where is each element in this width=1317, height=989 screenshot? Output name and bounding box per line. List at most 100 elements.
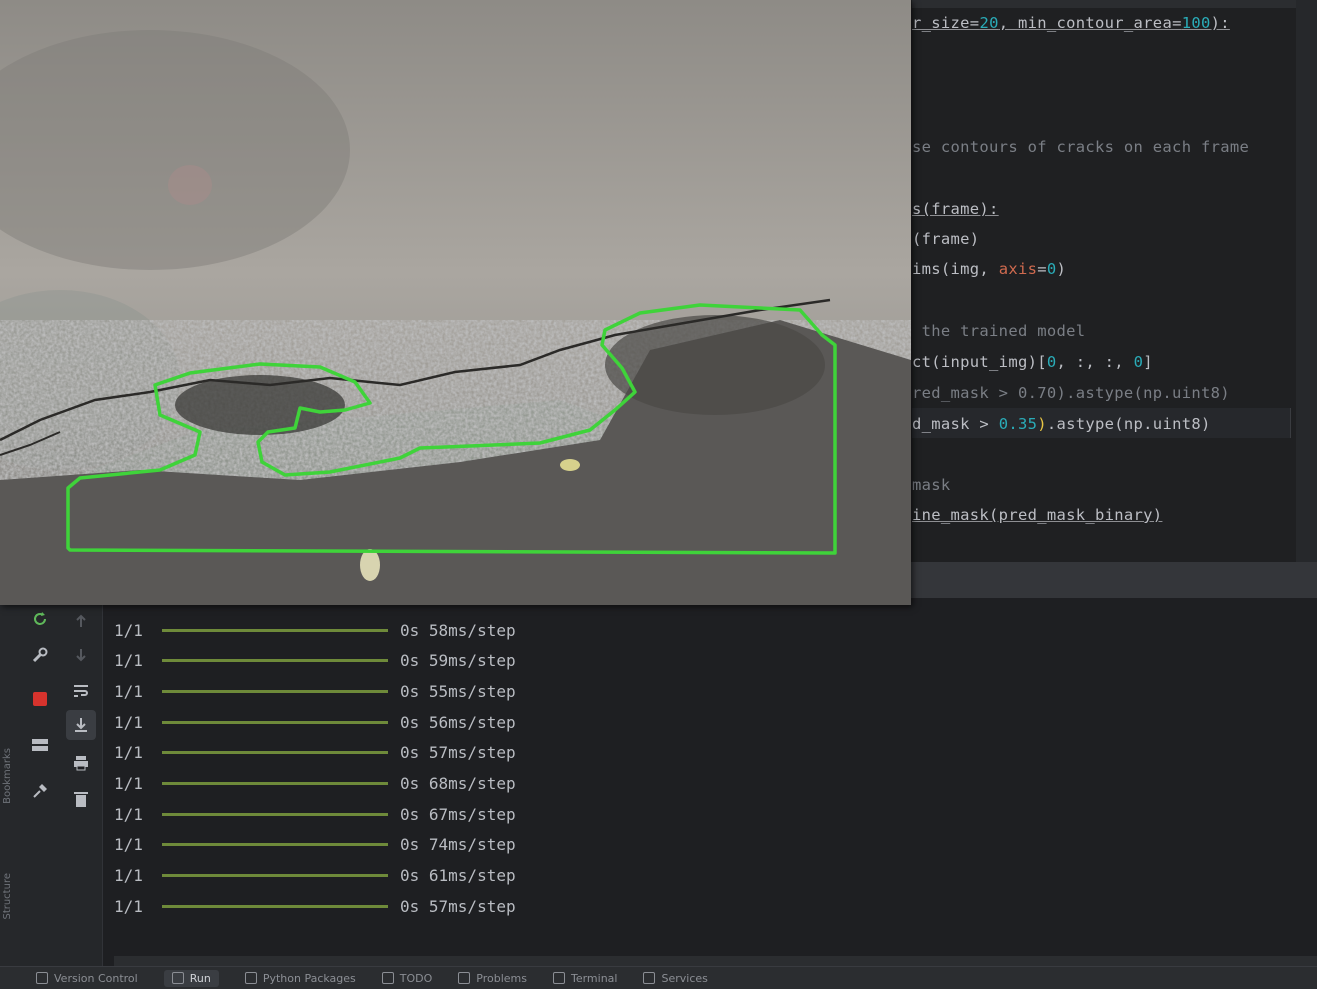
services-icon <box>643 972 656 984</box>
output-line: 1/1 0s 74ms/step <box>114 833 516 857</box>
pin-icon[interactable] <box>27 778 53 804</box>
code-token: axis <box>998 260 1038 278</box>
progress-bar <box>162 751 388 755</box>
step-counter: 1/1 <box>114 866 143 886</box>
bottom-tab-run[interactable]: Run <box>163 969 219 987</box>
problems-icon <box>458 972 471 984</box>
code-token: , min_contour_area= <box>998 14 1182 32</box>
output-line: 1/1 0s 61ms/step <box>114 864 516 888</box>
code-token: = <box>1037 260 1047 278</box>
bottom-tab-label: TODO <box>399 971 433 985</box>
scroll-to-end-icon[interactable] <box>66 710 96 740</box>
branch-icon <box>36 972 48 984</box>
down-arrow-icon[interactable] <box>68 642 94 668</box>
run-toolbar-secondary <box>60 598 103 966</box>
code-token: 100 <box>1181 14 1211 32</box>
code-token: 0 <box>1046 260 1057 278</box>
layout-icon[interactable] <box>27 732 53 758</box>
bottom-tool-bar: Version Control Run Python Packages TODO Pro… <box>0 966 1317 989</box>
crack-detection-frame-window <box>0 0 911 605</box>
output-line: 1/1 0s 57ms/step <box>114 741 516 765</box>
progress-bar <box>162 812 388 816</box>
code-line[interactable]: ine_mask(pred_mask_binary) <box>912 506 1162 524</box>
progress-bar <box>162 782 388 785</box>
step-time: 0s 55ms/step <box>400 681 516 701</box>
output-line: 1/1 0s 56ms/step <box>114 710 516 734</box>
bottom-tab-python-packages[interactable]: Python Packages <box>244 971 356 985</box>
todo-icon <box>381 972 394 984</box>
code-token: ] <box>1143 353 1153 371</box>
code-token: ) <box>1037 415 1047 433</box>
code-line[interactable]: the trained model <box>912 322 1085 340</box>
code-line[interactable]: red_mask > 0.70).astype(np.uint8) <box>912 384 1230 402</box>
output-line: 1/1 0s 68ms/step <box>114 772 516 796</box>
progress-bar <box>162 689 388 693</box>
code-token: , :, :, <box>1056 353 1134 371</box>
bottom-tab-services[interactable]: Services <box>643 971 708 985</box>
code-token: ct(input_img)[ <box>912 353 1047 371</box>
code-line[interactable]: ct(input_img)[0, :, :, 0] <box>912 353 1153 371</box>
stop-icon[interactable] <box>27 686 53 712</box>
progress-bar <box>162 628 388 632</box>
code-token: (frame) <box>912 230 980 248</box>
step-time: 0s 56ms/step <box>400 712 516 732</box>
bottom-tab-label: Run <box>189 971 211 985</box>
step-time: 0s 68ms/step <box>400 774 516 793</box>
step-time: 0s 57ms/step <box>400 743 516 763</box>
output-line: 1/1 0s 57ms/step <box>114 894 516 918</box>
step-counter: 1/1 <box>114 620 143 640</box>
structure-side-tab[interactable]: Structure <box>2 873 13 920</box>
rerun-icon[interactable] <box>27 606 53 632</box>
code-token: ine_mask(pred_mask_binary) <box>912 506 1163 524</box>
bottom-tab-label: Services <box>661 971 708 985</box>
bottom-tab-label: Problems <box>476 971 527 985</box>
editor-right-gutter <box>1296 0 1317 562</box>
code-line[interactable]: d_mask > 0.35).astype(np.uint8) <box>912 415 1211 433</box>
step-counter: 1/1 <box>114 681 143 701</box>
output-line: 1/1 0s 55ms/step <box>114 679 516 703</box>
progress-bar <box>162 659 388 663</box>
soft-wrap-icon[interactable] <box>68 678 94 704</box>
progress-bar <box>162 904 388 908</box>
code-token: 20 <box>979 14 999 32</box>
step-counter: 1/1 <box>114 804 143 824</box>
code-line[interactable]: r_size=20, min_contour_area=100): <box>912 14 1230 32</box>
packages-icon <box>244 972 257 984</box>
code-token: s(frame): <box>912 200 999 218</box>
bottom-tab-version-control[interactable]: Version Control <box>36 972 138 985</box>
code-line[interactable]: mask <box>912 476 951 494</box>
print-icon[interactable] <box>68 750 94 776</box>
step-time: 0s 59ms/step <box>400 651 516 671</box>
code-line[interactable]: ims(img, axis=0) <box>912 260 1066 278</box>
code-token: ims(img, <box>912 260 999 278</box>
horizontal-scrollbar[interactable] <box>114 956 1317 966</box>
code-token: .astype(np.uint8) <box>1046 415 1211 433</box>
progress-bar <box>162 874 388 878</box>
code-token: 0.35 <box>998 415 1038 433</box>
code-token: se contours of cracks on each frame <box>912 138 1250 156</box>
bottom-tab-label: Terminal <box>570 971 618 985</box>
step-time: 0s 57ms/step <box>400 896 516 916</box>
code-line[interactable]: (frame) <box>912 230 979 248</box>
code-token: ): <box>1210 14 1230 32</box>
output-line: 1/1 0s 58ms/step <box>114 618 516 642</box>
bottom-tab-label: Python Packages <box>262 971 356 985</box>
concrete-crack-image <box>0 0 911 605</box>
bottom-tab-terminal[interactable]: Terminal <box>552 971 618 985</box>
code-token: red_mask > 0.70).astype(np.uint8) <box>912 384 1230 402</box>
bottom-tab-todo[interactable]: TODO <box>381 971 433 985</box>
trash-icon[interactable] <box>68 786 94 812</box>
code-line[interactable]: se contours of cracks on each frame <box>912 138 1249 156</box>
step-counter: 1/1 <box>114 835 143 855</box>
wrench-icon[interactable] <box>27 642 53 668</box>
code-line[interactable]: s(frame): <box>912 200 999 218</box>
progress-bar <box>162 843 388 847</box>
up-arrow-icon[interactable] <box>68 608 94 634</box>
output-line: 1/1 0s 67ms/step <box>114 802 516 826</box>
run-icon <box>171 972 184 984</box>
progress-bar <box>162 720 388 724</box>
code-token: 0 <box>1046 353 1057 371</box>
code-token: d_mask > <box>912 415 999 433</box>
bottom-tab-problems[interactable]: Problems <box>458 972 527 985</box>
bookmarks-side-tab[interactable]: Bookmarks <box>2 748 13 804</box>
